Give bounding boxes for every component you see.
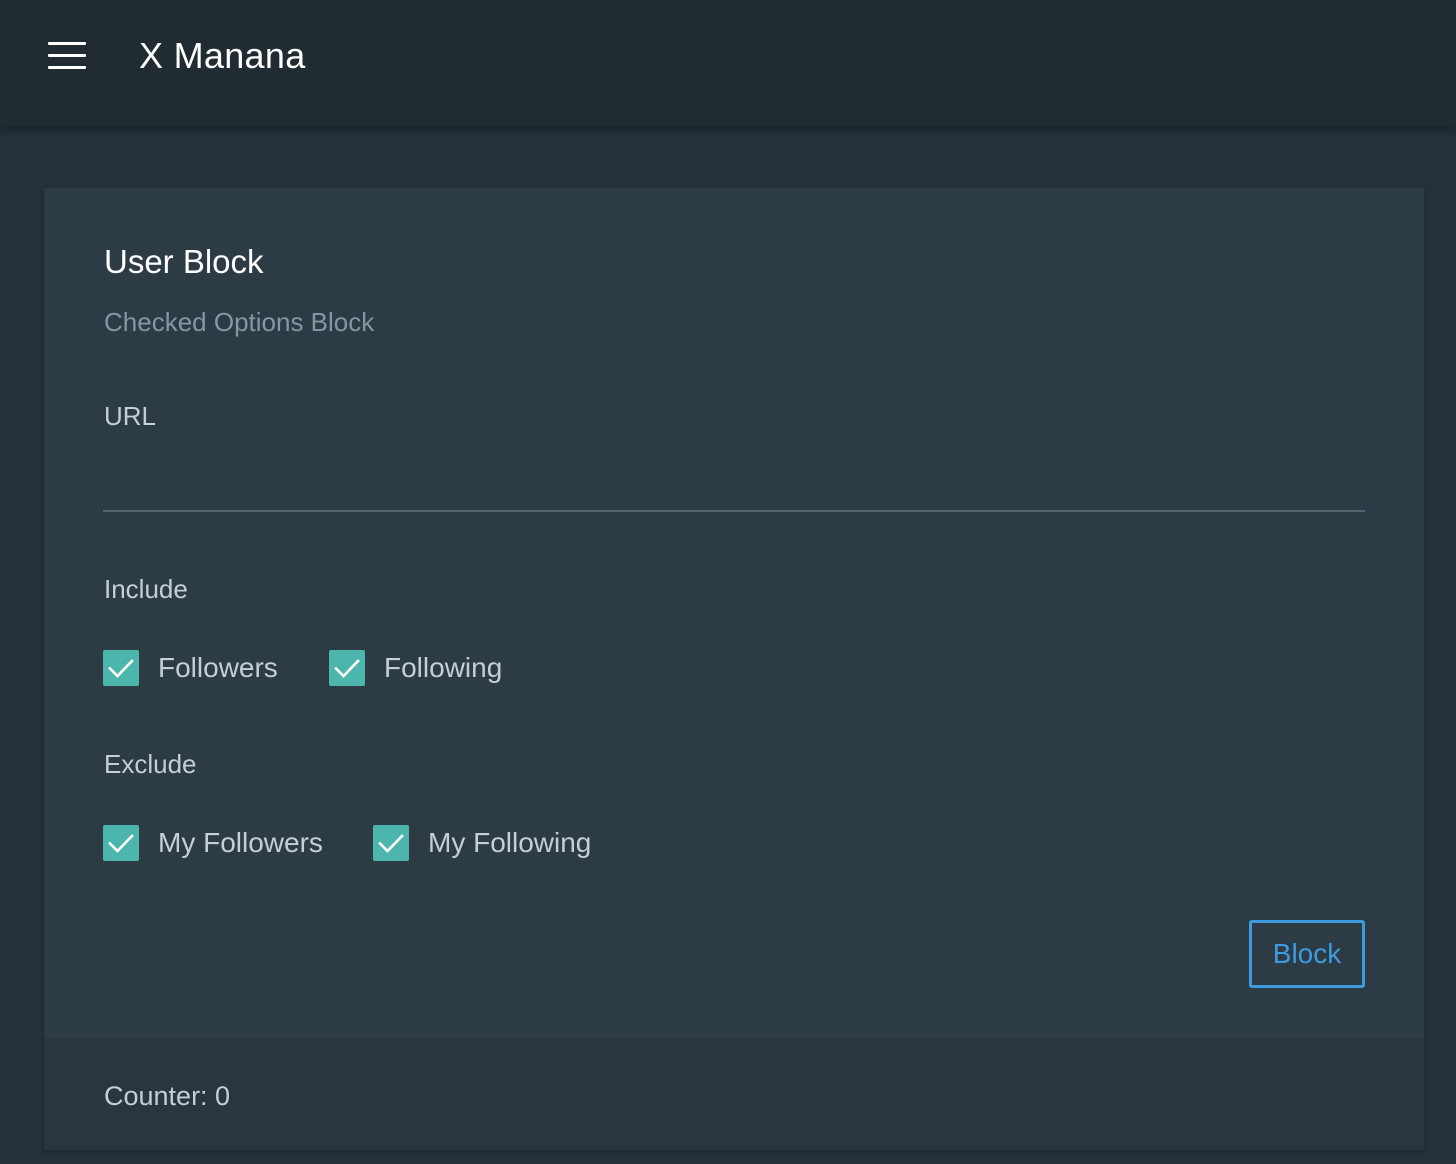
checkmark-icon	[108, 659, 134, 678]
checkbox-label: Followers	[158, 652, 278, 683]
include-following-checkbox[interactable]: Following	[329, 650, 502, 686]
hamburger-menu-icon[interactable]	[48, 42, 86, 70]
counter-text: Counter: 0	[104, 1081, 231, 1111]
include-followers-checkbox[interactable]: Followers	[103, 650, 278, 686]
url-input[interactable]	[103, 444, 1365, 512]
card-title: User Block	[104, 243, 264, 280]
checkbox-label: My Followers	[158, 827, 323, 858]
checkbox-label: My Following	[428, 827, 592, 858]
checkbox-checked[interactable]	[373, 825, 409, 861]
checkmark-icon	[334, 659, 360, 678]
checkmark-icon	[108, 834, 134, 853]
checkbox-checked[interactable]	[329, 650, 365, 686]
include-label: Include	[104, 574, 188, 604]
app-title: X Manana	[139, 35, 306, 76]
checkbox-checked[interactable]	[103, 650, 139, 686]
app-bar: X Manana	[0, 0, 1456, 126]
url-label: URL	[104, 401, 157, 431]
exclude-my-followers-checkbox[interactable]: My Followers	[103, 825, 323, 861]
exclude-my-following-checkbox[interactable]: My Following	[373, 825, 591, 861]
card-subtitle: Checked Options Block	[104, 307, 375, 337]
block-button[interactable]: Block	[1249, 920, 1365, 988]
checkmark-icon	[378, 834, 404, 853]
checkbox-label: Following	[384, 652, 503, 683]
checkbox-checked[interactable]	[103, 825, 139, 861]
card-footer: Counter: 0	[44, 1038, 1424, 1150]
user-block-card: User Block Checked Options Block URL Inc…	[44, 188, 1424, 1150]
exclude-label: Exclude	[104, 749, 197, 779]
